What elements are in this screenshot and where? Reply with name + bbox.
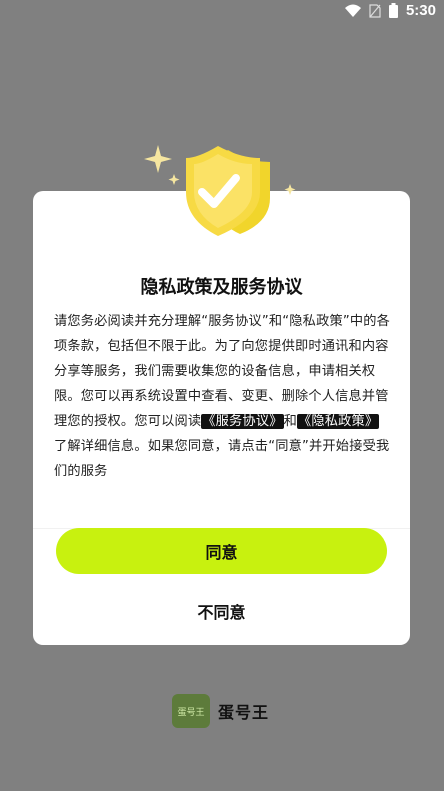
brand: 蛋号王 蛋号王 <box>172 694 269 728</box>
brand-logo-text: 蛋号王 <box>177 707 205 718</box>
privacy-dialog: 隐私政策及服务协议 请您务必阅读并充分理解“服务协议”和“隐私政策”中的各项条款… <box>33 191 410 645</box>
battery-icon <box>388 3 398 18</box>
dialog-body: 请您务必阅读并充分理解“服务协议”和“隐私政策”中的各项条款，包括但不限于此。为… <box>54 309 392 484</box>
brand-logo: 蛋号王 <box>172 694 210 728</box>
wifi-icon <box>344 4 361 17</box>
body-text: 请您务必阅读并充分理解“服务协议”和“隐私政策”中的各项条款，包括但不限于此。为… <box>54 314 391 429</box>
status-bar: 5:30 <box>0 0 444 22</box>
agree-button[interactable]: 同意 <box>56 528 387 574</box>
brand-name: 蛋号王 <box>218 703 270 722</box>
disagree-button[interactable]: 不同意 <box>56 588 387 634</box>
service-agreement-link[interactable]: 《服务协议》 <box>201 414 284 429</box>
status-time: 5:30 <box>405 2 436 19</box>
dialog-title: 隐私政策及服务协议 <box>140 277 303 298</box>
no-sim-icon <box>369 3 381 18</box>
shield-check-icon <box>144 145 296 236</box>
privacy-policy-link[interactable]: 《隐私政策》 <box>296 414 380 429</box>
body-text-end: 了解详细信息。如果您同意，请点击“同意”并开始接受我们的服务 <box>54 439 390 479</box>
body-and: 和 <box>283 414 297 429</box>
